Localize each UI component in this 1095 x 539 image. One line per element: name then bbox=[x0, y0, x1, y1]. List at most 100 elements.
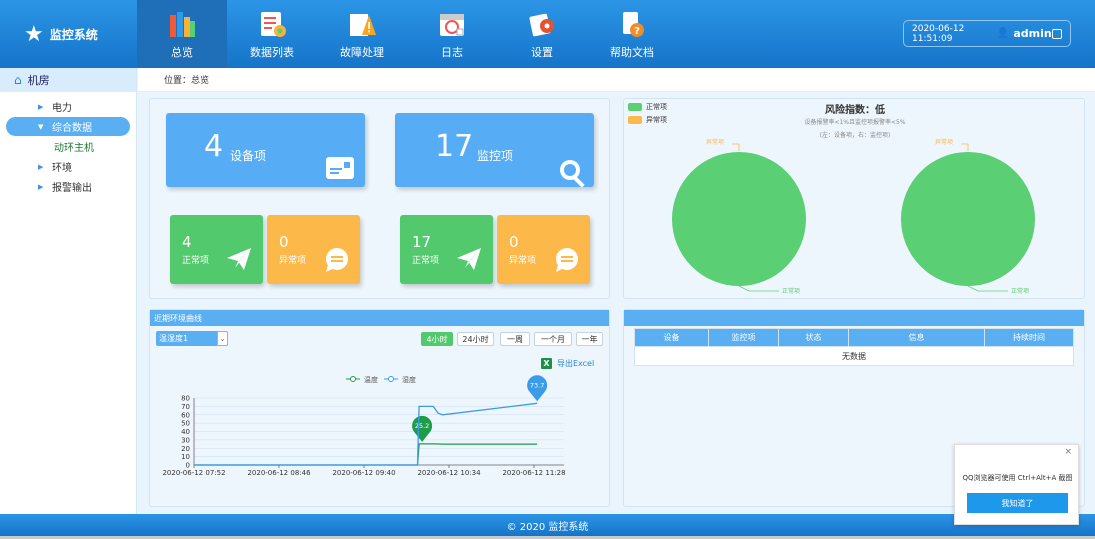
y-tick-label: 10 bbox=[181, 453, 190, 461]
nav-log-label: 日志 bbox=[441, 46, 463, 59]
device-count: 4 bbox=[204, 129, 224, 164]
y-tick-label: 80 bbox=[181, 395, 190, 403]
sidebar-item-label: 环境 bbox=[52, 163, 72, 174]
nav-fault-label: 故障处理 bbox=[340, 46, 384, 59]
logout-icon[interactable] bbox=[1051, 28, 1062, 39]
monitor-abnormal-card[interactable]: 0 异常项 bbox=[497, 215, 590, 284]
app-logo[interactable]: ★ 监控系统 bbox=[24, 22, 98, 47]
device-normal-label: 正常项 bbox=[182, 256, 210, 266]
chevron-down-icon: ⌄ bbox=[217, 331, 228, 346]
nav-fault-handling[interactable]: 故障处理 bbox=[317, 0, 407, 68]
max-value-label: 73.7 bbox=[530, 381, 544, 389]
empty-message: 无数据 bbox=[634, 346, 1074, 366]
monitor-normal-card[interactable]: 17 正常项 bbox=[400, 215, 493, 284]
warning-icon bbox=[347, 9, 377, 39]
y-tick-label: 40 bbox=[181, 428, 190, 436]
x-tick-label: 2020-06-12 07:52 bbox=[162, 469, 225, 477]
series-line-湿度 bbox=[194, 402, 538, 466]
column-status[interactable]: 状态 bbox=[778, 328, 849, 347]
column-duration[interactable]: 持续时间 bbox=[984, 328, 1074, 347]
device-count-card[interactable]: 4 设备项 bbox=[166, 113, 365, 187]
settings-icon bbox=[527, 9, 557, 39]
alarm-table-header: 设备 监控项 状态 信息 持续时间 bbox=[634, 328, 1074, 347]
sidebar-item-integrated-data[interactable]: ▼ 综合数据 bbox=[6, 117, 130, 136]
username[interactable]: admin bbox=[1013, 27, 1051, 40]
range-24h-button[interactable]: 24小时 bbox=[457, 332, 494, 346]
nav-overview[interactable]: 总览 bbox=[137, 0, 227, 68]
got-it-button[interactable]: 我知道了 bbox=[967, 493, 1068, 513]
pie-label-abnormal: 异常项 bbox=[706, 138, 724, 146]
nav-overview-label: 总览 bbox=[171, 46, 193, 59]
header-datetime: 2020-06-12 11:51:09 bbox=[912, 23, 965, 44]
range-week-button[interactable]: 一周 bbox=[500, 332, 530, 346]
device-abnormal-card[interactable]: 0 异常项 bbox=[267, 215, 360, 284]
env-curve-panel: 近期环境曲线 温湿度1 ⌄ 4小时 24小时 一周 一个月 一年 X 导出Exc… bbox=[149, 309, 610, 507]
nav-help[interactable]: ? 帮助文档 bbox=[587, 0, 677, 68]
chat-bubble-icon bbox=[556, 248, 578, 272]
sensor-select[interactable]: 温湿度1 ⌄ bbox=[156, 331, 228, 346]
magnifier-icon bbox=[560, 160, 585, 187]
sensor-select-value: 温湿度1 bbox=[159, 334, 189, 343]
monitor-abnormal-count: 0 bbox=[509, 233, 519, 251]
monitor-normal-label: 正常项 bbox=[412, 256, 440, 266]
device-pie[interactable]: 异常项 正常项 bbox=[672, 138, 806, 295]
calendar-log-icon bbox=[437, 9, 467, 39]
sidebar-list: ▶ 电力 ▼ 综合数据 动环主机 ▶ 环境 ▶ 报警输出 bbox=[0, 92, 136, 196]
env-line-chart[interactable]: 温度 湿度010203040506070802020-06-12 07:52 202… bbox=[150, 368, 609, 480]
y-tick-label: 60 bbox=[181, 411, 190, 419]
monitor-count-card[interactable]: 17 监控项 bbox=[395, 113, 594, 187]
books-icon bbox=[167, 9, 197, 39]
id-card-icon bbox=[326, 157, 354, 179]
app-title: 监控系统 bbox=[49, 28, 98, 42]
legend-marker bbox=[350, 376, 356, 382]
monitor-count: 17 bbox=[435, 129, 474, 164]
nav-data-list[interactable]: 数据列表 bbox=[227, 0, 317, 68]
user-box: 2020-06-12 11:51:09 👤 admin bbox=[903, 20, 1071, 47]
expand-arrow-icon: ▶ bbox=[38, 162, 44, 171]
sidebar-item-power[interactable]: ▶ 电力 bbox=[6, 97, 130, 116]
paper-plane-icon bbox=[457, 248, 481, 270]
legend-marker bbox=[388, 376, 394, 382]
range-month-button[interactable]: 一个月 bbox=[534, 332, 572, 346]
device-count-label: 设备项 bbox=[230, 149, 267, 163]
sidebar-item-label: 动环主机 bbox=[54, 143, 94, 154]
user-icon: 👤 bbox=[996, 28, 1010, 39]
close-icon[interactable]: × bbox=[1064, 447, 1072, 457]
sidebar-item-environment[interactable]: ▶ 环境 bbox=[6, 157, 130, 176]
data-list-icon bbox=[257, 9, 287, 39]
env-curve-title: 近期环境曲线 bbox=[150, 310, 609, 326]
sidebar-root[interactable]: ⌂ 机房 bbox=[0, 68, 136, 92]
expand-arrow-icon: ▶ bbox=[38, 102, 44, 111]
column-monitor[interactable]: 监控项 bbox=[708, 328, 779, 347]
nav-settings[interactable]: 设置 bbox=[497, 0, 587, 68]
help-doc-icon: ? bbox=[617, 9, 647, 39]
column-device[interactable]: 设备 bbox=[634, 328, 709, 347]
nav-log[interactable]: 日志 bbox=[407, 0, 497, 68]
legend-text: 湿度 bbox=[402, 375, 416, 384]
range-year-button[interactable]: 一年 bbox=[576, 332, 603, 346]
nav-settings-label: 设置 bbox=[531, 46, 553, 59]
sidebar-root-label: 机房 bbox=[27, 74, 50, 87]
home-icon: ⌂ bbox=[14, 73, 22, 87]
device-normal-count: 4 bbox=[182, 233, 192, 251]
pie-label-normal: 正常项 bbox=[1011, 287, 1029, 295]
screenshot-tip-popup: × QQ浏览器可使用 Ctrl+Alt+A 截图 我知道了 bbox=[954, 444, 1079, 525]
sidebar-item-label: 报警输出 bbox=[52, 183, 92, 194]
range-4h-button[interactable]: 4小时 bbox=[421, 332, 453, 346]
max-value-label: 25.2 bbox=[415, 422, 429, 430]
x-tick-label: 2020-06-12 11:28 bbox=[502, 469, 565, 477]
stats-panel: 4 设备项 17 监控项 4 正常项 0 异常项 17 正常项 0 异常项 bbox=[149, 98, 610, 299]
monitor-count-label: 监控项 bbox=[477, 149, 514, 163]
svg-text:?: ? bbox=[634, 26, 640, 37]
device-normal-card[interactable]: 4 正常项 bbox=[170, 215, 263, 284]
footer: © 2020 监控系统 bbox=[0, 514, 1095, 536]
sidebar-item-alarm-output[interactable]: ▶ 报警输出 bbox=[6, 177, 130, 196]
monitor-pie[interactable]: 异常项 正常项 bbox=[901, 138, 1035, 295]
sidebar-item-host[interactable]: 动环主机 bbox=[6, 137, 130, 156]
column-info[interactable]: 信息 bbox=[848, 328, 985, 347]
paper-plane-icon bbox=[227, 248, 251, 270]
top-header: ★ 监控系统 总览 数据列表 故障处理 日志 设置 ? 帮助文档 2020-06… bbox=[0, 0, 1095, 68]
series-line-温度 bbox=[194, 443, 538, 466]
pie-label-normal: 正常项 bbox=[782, 287, 800, 295]
x-tick-label: 2020-06-12 08:46 bbox=[247, 469, 311, 477]
